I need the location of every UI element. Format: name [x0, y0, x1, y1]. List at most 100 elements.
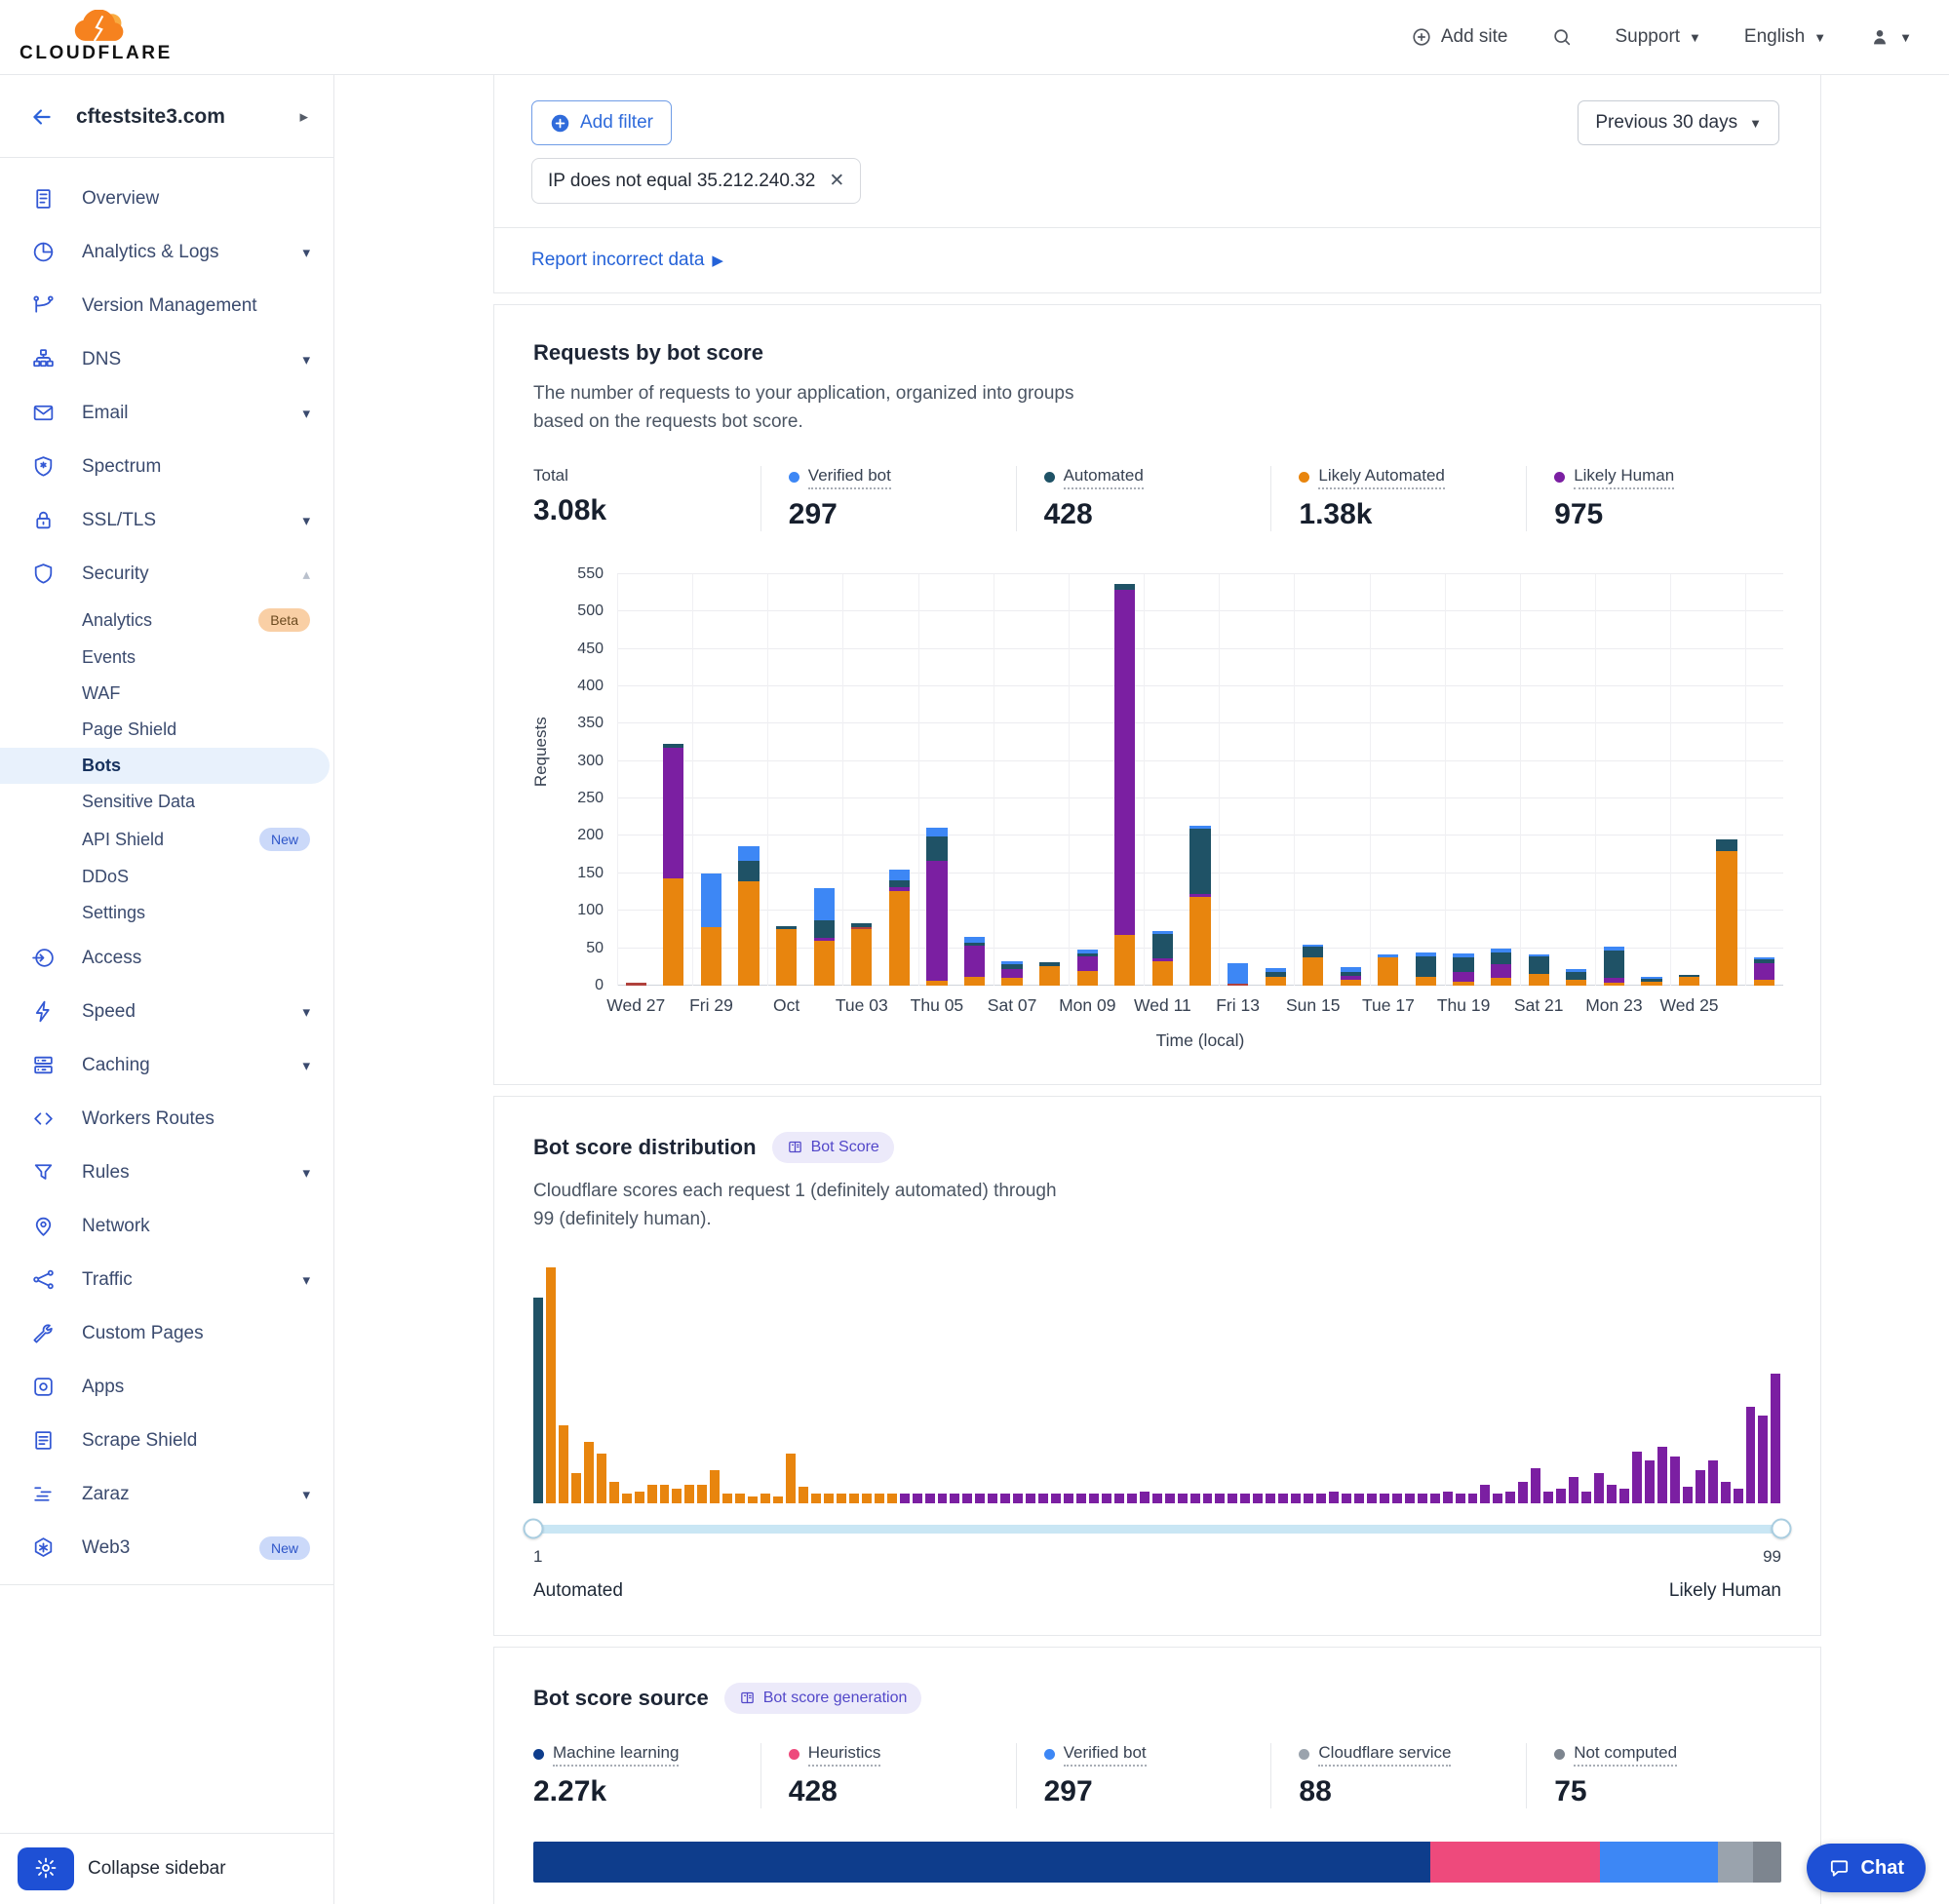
sidebar-item-spectrum[interactable]: Spectrum [0, 440, 333, 493]
sidebar-item-ddos[interactable]: DDoS [0, 859, 333, 895]
histogram-bar [1266, 1494, 1275, 1503]
x-tick-label: Tue 17 [1362, 995, 1415, 1016]
sidebar-item-caching[interactable]: Caching▾ [0, 1038, 333, 1092]
histogram-bar [1683, 1487, 1693, 1503]
sidebar-item-email[interactable]: Email▾ [0, 386, 333, 440]
stat-automated: Automated428 [1016, 466, 1271, 531]
cloudflare-cloud-icon [70, 10, 125, 43]
sidebar-item-overview[interactable]: Overview [0, 172, 333, 225]
histogram-bar [1102, 1494, 1111, 1503]
filter-chip[interactable]: IP does not equal 35.212.240.32 ✕ [531, 158, 861, 204]
sidebar-item-speed[interactable]: Speed▾ [0, 985, 333, 1038]
bar-slot [955, 574, 994, 986]
histogram-bar [862, 1494, 872, 1503]
caret-right-icon[interactable]: ▸ [299, 107, 308, 127]
sidebar-item-dns[interactable]: DNS▾ [0, 332, 333, 386]
sidebar-item-label: Scrape Shield [82, 1430, 310, 1452]
histogram-bar [1696, 1470, 1705, 1503]
bot-score-generation-badge[interactable]: Bot score generation [724, 1683, 922, 1714]
histogram-bar [1329, 1492, 1339, 1503]
histogram-bar [837, 1494, 846, 1503]
sidebar-item-zaraz[interactable]: Zaraz▾ [0, 1467, 333, 1521]
bar-slot [1031, 574, 1069, 986]
stacked-bar [1416, 952, 1436, 986]
y-tick-label: 50 [586, 940, 604, 957]
language-menu[interactable]: English▼ [1744, 26, 1826, 48]
sidebar-item-traffic[interactable]: Traffic▾ [0, 1253, 333, 1306]
report-incorrect-data-link[interactable]: Report incorrect data▶ [531, 250, 723, 270]
sidebar-item-label: Overview [82, 188, 310, 210]
sidebar-item-analytics[interactable]: AnalyticsBeta [0, 601, 333, 640]
sidebar-item-settings[interactable]: Settings [0, 895, 333, 931]
requests-card-description: The number of requests to your applicati… [533, 379, 1079, 437]
bot-score-doc-badge[interactable]: Bot Score [772, 1132, 894, 1163]
site-name: cftestsite3.com [76, 105, 299, 129]
bar-slot [692, 574, 730, 986]
y-tick-label: 100 [577, 902, 604, 919]
bar-segment-a [889, 880, 910, 887]
collapse-sidebar-label[interactable]: Collapse sidebar [88, 1858, 226, 1880]
stacked-bar [1001, 961, 1022, 986]
y-tick-label: 400 [577, 678, 604, 695]
slider-handle-min[interactable] [524, 1519, 544, 1539]
sidebar-item-label: Analytics [82, 610, 247, 631]
sidebar-item-apps[interactable]: Apps [0, 1360, 333, 1414]
chevron-up-icon: ▴ [302, 565, 310, 583]
bot-score-distribution-card: Bot score distribution Bot Score Cloudfl… [493, 1096, 1821, 1636]
chevron-down-icon: ▾ [302, 244, 310, 261]
sidebar-item-web3[interactable]: Web3New [0, 1521, 333, 1574]
stacked-bar [1341, 967, 1361, 986]
sidebar-item-workers-routes[interactable]: Workers Routes [0, 1092, 333, 1146]
support-menu[interactable]: Support▼ [1616, 26, 1701, 48]
sidebar-item-label: Traffic [82, 1269, 302, 1291]
sidebar-item-label: Email [82, 403, 302, 424]
search-button[interactable] [1551, 26, 1573, 48]
sidebar-item-label: Security [82, 563, 302, 585]
score-range-slider[interactable] [533, 1525, 1781, 1534]
back-arrow-icon[interactable] [29, 104, 55, 130]
sidebar-item-access[interactable]: Access [0, 931, 333, 985]
sidebar-item-analytics-logs[interactable]: Analytics & Logs▾ [0, 225, 333, 279]
histogram-bar [635, 1492, 644, 1503]
bar-segment-a [814, 920, 835, 938]
envelope-icon [31, 401, 56, 425]
add-site-button[interactable]: Add site [1411, 26, 1508, 48]
chevron-down-icon: ▼ [1813, 30, 1826, 45]
sidebar-item-scrape-shield[interactable]: Scrape Shield [0, 1414, 333, 1467]
settings-gear-button[interactable] [18, 1847, 74, 1890]
account-menu[interactable]: ▼ [1869, 26, 1912, 48]
chat-button[interactable]: Chat [1807, 1844, 1926, 1892]
sidebar-item-network[interactable]: Network [0, 1199, 333, 1253]
sidebar-item-page-shield[interactable]: Page Shield [0, 712, 333, 748]
bar-slot [805, 574, 843, 986]
sidebar-item-waf[interactable]: WAF [0, 676, 333, 712]
add-filter-button[interactable]: Add filter [531, 100, 672, 145]
sidebar-item-label: Workers Routes [82, 1108, 310, 1130]
date-range-selector[interactable]: Previous 30 days▼ [1578, 100, 1779, 145]
stat-label: Verified bot [1064, 1743, 1147, 1767]
bar-segment-la [1378, 957, 1398, 986]
histogram-bar [1468, 1494, 1478, 1503]
sidebar-item-security[interactable]: Security▴ [0, 547, 333, 601]
sidebar-item-api-shield[interactable]: API ShieldNew [0, 820, 333, 859]
plus-circle-icon [1411, 26, 1432, 48]
sidebar-nav: Overview Analytics & Logs▾Version Managem… [0, 158, 333, 1833]
site-selector[interactable]: cftestsite3.com ▸ [0, 75, 333, 158]
sidebar-item-label: Web3 [82, 1537, 248, 1559]
sidebar-item-custom-pages[interactable]: Custom Pages [0, 1306, 333, 1360]
sidebar-item-sensitive-data[interactable]: Sensitive Data [0, 784, 333, 820]
y-tick-label: 550 [577, 565, 604, 583]
sidebar-item-ssl-tls[interactable]: SSL/TLS▾ [0, 493, 333, 547]
sidebar-item-events[interactable]: Events [0, 640, 333, 676]
cloudflare-logo[interactable]: CLOUDFLARE [19, 10, 175, 64]
sidebar-item-bots[interactable]: Bots [0, 748, 330, 784]
histogram-bar [710, 1470, 720, 1503]
close-icon[interactable]: ✕ [829, 170, 844, 192]
sidebar-item-label: Bots [82, 756, 306, 776]
gear-icon [34, 1856, 58, 1883]
filter-block: Add filter IP does not equal 35.212.240.… [493, 75, 1821, 293]
slider-handle-max[interactable] [1772, 1519, 1792, 1539]
sidebar-item-version-management[interactable]: Version Management [0, 279, 333, 332]
sidebar-item-rules[interactable]: Rules▾ [0, 1146, 333, 1199]
x-tick-label: Oct [773, 995, 799, 1016]
